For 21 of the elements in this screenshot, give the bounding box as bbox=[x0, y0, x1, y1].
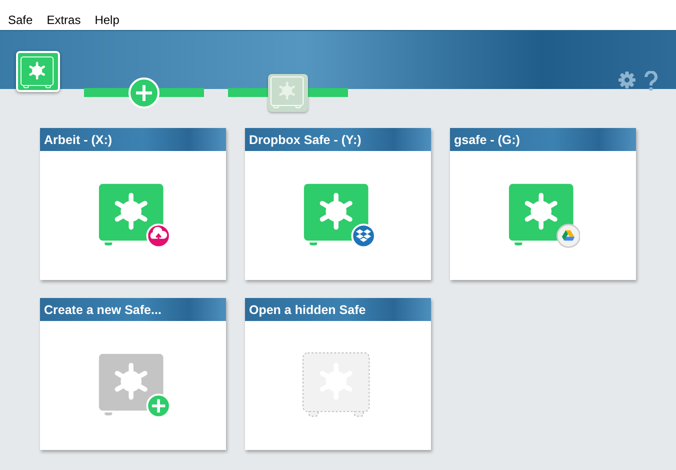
safe-card[interactable]: Open a hidden Safe bbox=[245, 298, 431, 450]
safe-card[interactable]: Dropbox Safe - (Y:) bbox=[245, 128, 431, 280]
settings-icon[interactable] bbox=[618, 71, 636, 89]
card-title: gsafe - (G:) bbox=[450, 128, 636, 151]
menu-item[interactable]: Safe bbox=[8, 11, 33, 29]
safe-card[interactable]: Arbeit - (X:) bbox=[40, 128, 226, 280]
safe-step-button[interactable] bbox=[268, 74, 308, 112]
menu-item[interactable]: Extras bbox=[46, 11, 81, 29]
plus-step-icon[interactable] bbox=[128, 76, 160, 108]
safe-step-button[interactable] bbox=[16, 51, 60, 92]
card-title: Arbeit - (X:) bbox=[40, 128, 226, 151]
card-title: Dropbox Safe - (Y:) bbox=[245, 128, 431, 151]
card-title: Create a new Safe... bbox=[40, 298, 226, 321]
safe-icon bbox=[270, 76, 306, 110]
safe-card[interactable]: Create a new Safe... bbox=[40, 298, 226, 450]
help-icon[interactable] bbox=[644, 71, 658, 91]
safe-icon bbox=[20, 56, 56, 90]
safe-card[interactable]: gsafe - (G:) bbox=[450, 128, 636, 280]
menu-item[interactable]: Help bbox=[94, 11, 120, 29]
safe-icon bbox=[506, 180, 580, 250]
card-title: Open a hidden Safe bbox=[245, 298, 431, 321]
